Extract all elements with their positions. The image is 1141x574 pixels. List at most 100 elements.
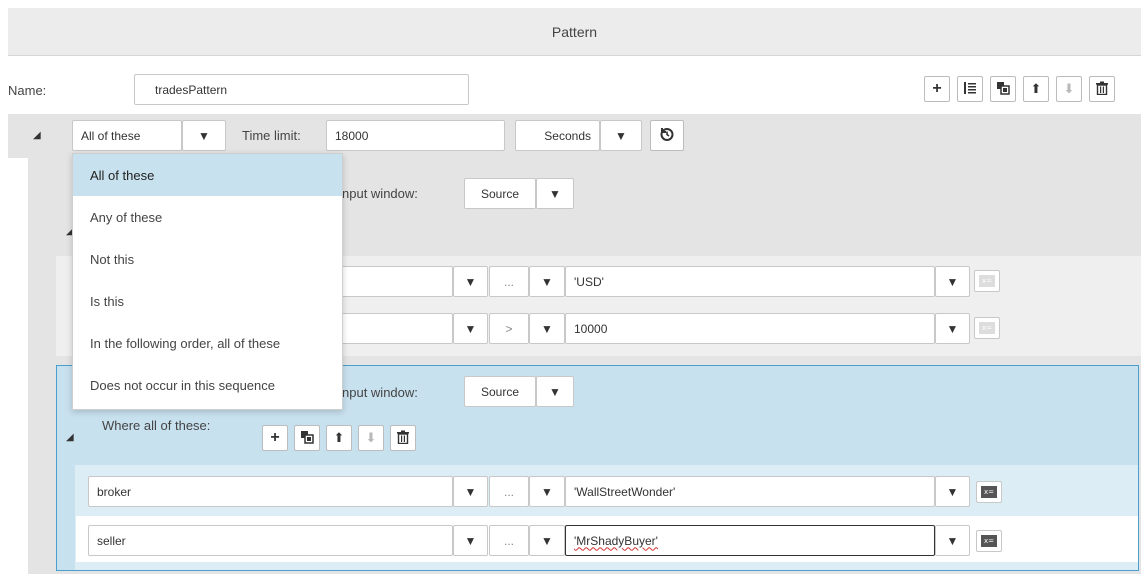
reset-timer-button[interactable] bbox=[650, 120, 684, 151]
panel-header: Pattern bbox=[8, 8, 1141, 56]
group-2-cond-2-formula-button[interactable]: x= bbox=[976, 530, 1002, 552]
group-2-cond-2-field-value: seller bbox=[97, 533, 126, 548]
group-2-move-up-button[interactable]: ⬆ bbox=[326, 425, 352, 451]
chevron-down-icon: ▼ bbox=[615, 128, 627, 143]
group-2-move-down-button[interactable]: ⬇ bbox=[358, 425, 384, 451]
group-2-cond-2-value-text: 'MrShadyBuyer' bbox=[574, 533, 658, 548]
add-button[interactable]: + bbox=[924, 76, 950, 102]
copy-icon bbox=[300, 430, 314, 447]
group-2-add-button[interactable]: + bbox=[262, 425, 288, 451]
add-icon: + bbox=[932, 80, 942, 97]
copy-icon bbox=[996, 81, 1010, 98]
chevron-down-icon: ▼ bbox=[541, 274, 553, 289]
chevron-down-icon: ▼ bbox=[464, 274, 477, 289]
copy-button[interactable] bbox=[990, 76, 1016, 102]
group-1-cond-2-operator-value: > bbox=[505, 321, 513, 336]
group-1-cond-1-formula-button[interactable]: x= bbox=[974, 270, 1000, 292]
delete-button[interactable] bbox=[1089, 76, 1115, 102]
group-2-cond-2-value-dropdown[interactable]: ▼ bbox=[935, 525, 970, 556]
operator-option-all-of-these[interactable]: All of these bbox=[73, 154, 342, 196]
operator-option-any-of-these[interactable]: Any of these bbox=[73, 196, 342, 238]
group-2-cond-1-operator-value: ... bbox=[503, 484, 514, 499]
time-limit-value: 18000 bbox=[335, 128, 369, 143]
chevron-down-icon: ▼ bbox=[464, 533, 477, 548]
operator-dropdown-menu: All of these Any of these Not this Is th… bbox=[72, 153, 343, 410]
list-button[interactable] bbox=[957, 76, 983, 102]
group-2-input-window-dropdown[interactable]: ▼ bbox=[536, 376, 574, 407]
chevron-down-icon: ▼ bbox=[464, 321, 477, 336]
group-1-cond-1-value[interactable]: 'USD' bbox=[565, 266, 935, 297]
group-1-cond-2-value-dropdown[interactable]: ▼ bbox=[935, 313, 970, 344]
move-up-icon: ⬆ bbox=[1030, 81, 1042, 96]
operator-dropdown-button[interactable]: ▼ bbox=[182, 120, 226, 151]
time-unit-select[interactable]: Seconds bbox=[515, 120, 600, 151]
name-input[interactable]: tradesPattern bbox=[134, 74, 469, 105]
group-1-cond-1-operator-dropdown[interactable]: ▼ bbox=[529, 266, 565, 297]
group-2-cond-1-value[interactable]: 'WallStreetWonder' bbox=[565, 476, 935, 507]
time-limit-label: Time limit: bbox=[242, 128, 301, 143]
move-up-icon: ⬆ bbox=[333, 430, 345, 445]
delete-icon bbox=[1095, 81, 1109, 98]
chevron-down-icon: ▼ bbox=[946, 274, 959, 289]
time-limit-input[interactable]: 18000 bbox=[326, 120, 505, 151]
collapse-group-2-icon[interactable]: ◢ bbox=[66, 432, 74, 443]
group-1-cond-1-operator[interactable]: ... bbox=[489, 266, 529, 297]
group-1-cond-2-operator-dropdown[interactable]: ▼ bbox=[529, 313, 565, 344]
group-2-cond-2-value[interactable]: 'MrShadyBuyer' bbox=[565, 525, 935, 556]
group-2-cond-1-operator-dropdown[interactable]: ▼ bbox=[529, 476, 565, 507]
delete-icon bbox=[396, 430, 410, 447]
group-2-cond-1-field[interactable]: broker bbox=[88, 476, 453, 507]
group-1-cond-1-field-dropdown[interactable]: ▼ bbox=[453, 266, 488, 297]
name-input-value: tradesPattern bbox=[155, 82, 228, 97]
group-2-copy-button[interactable] bbox=[294, 425, 320, 451]
operator-select[interactable]: All of these bbox=[72, 120, 182, 151]
chevron-down-icon: ▼ bbox=[464, 484, 477, 499]
group-1-cond-1-value-dropdown[interactable]: ▼ bbox=[935, 266, 970, 297]
move-down-icon: ⬇ bbox=[1063, 81, 1075, 96]
group-2-cond-2-field-dropdown[interactable]: ▼ bbox=[453, 525, 488, 556]
group-2-input-window-value: Source bbox=[480, 384, 520, 399]
group-2-cond-1-field-dropdown[interactable]: ▼ bbox=[453, 476, 488, 507]
group-2-toolbar: + ⬆ ⬇ bbox=[262, 425, 416, 451]
group-2-cond-1-formula-button[interactable]: x= bbox=[976, 481, 1002, 503]
list-icon bbox=[963, 81, 977, 98]
operator-option-does-not-occur[interactable]: Does not occur in this sequence bbox=[73, 364, 342, 406]
group-1-input-window-label: nput window: bbox=[342, 186, 418, 201]
group-1-input-window-dropdown[interactable]: ▼ bbox=[536, 178, 574, 209]
operator-select-value: All of these bbox=[81, 128, 141, 143]
formula-icon: x= bbox=[981, 535, 997, 547]
operator-option-not-this[interactable]: Not this bbox=[73, 238, 342, 280]
group-1-cond-2-formula-button[interactable]: x= bbox=[974, 317, 1000, 339]
collapse-root-icon[interactable]: ◢ bbox=[33, 130, 41, 141]
group-2-input-window-select[interactable]: Source bbox=[464, 376, 536, 407]
group-1-cond-2-operator[interactable]: > bbox=[489, 313, 529, 344]
chevron-down-icon: ▼ bbox=[541, 321, 553, 336]
group-1-cond-2-field-dropdown[interactable]: ▼ bbox=[453, 313, 488, 344]
panel-title: Pattern bbox=[551, 23, 598, 40]
toolbar: + ⬆ ⬇ bbox=[924, 76, 1115, 102]
group-2-cond-1-value-dropdown[interactable]: ▼ bbox=[935, 476, 970, 507]
group-1-input-window-value: Source bbox=[480, 186, 520, 201]
formula-icon: x= bbox=[981, 486, 997, 498]
time-unit-dropdown-button[interactable]: ▼ bbox=[600, 120, 642, 151]
group-1-input-window-select[interactable]: Source bbox=[464, 178, 536, 209]
formula-icon: x= bbox=[979, 275, 995, 287]
group-2-input-window-label: nput window: bbox=[342, 385, 418, 400]
group-2-cond-1-operator[interactable]: ... bbox=[489, 476, 529, 507]
group-2-cond-2-operator-dropdown[interactable]: ▼ bbox=[529, 525, 565, 556]
operator-option-in-order[interactable]: In the following order, all of these bbox=[73, 322, 342, 364]
formula-icon: x= bbox=[979, 322, 995, 334]
chevron-down-icon: ▼ bbox=[946, 484, 959, 499]
group-2-delete-button[interactable] bbox=[390, 425, 416, 451]
move-up-button[interactable]: ⬆ bbox=[1023, 76, 1049, 102]
group-1-cond-2-value[interactable]: 10000 bbox=[565, 313, 935, 344]
move-down-button[interactable]: ⬇ bbox=[1056, 76, 1082, 102]
group-2-cond-2-operator[interactable]: ... bbox=[489, 525, 529, 556]
chevron-down-icon: ▼ bbox=[946, 321, 959, 336]
group-2-cond-2-field[interactable]: seller bbox=[88, 525, 453, 556]
timer-reset-icon bbox=[659, 126, 675, 145]
operator-option-is-this[interactable]: Is this bbox=[73, 280, 342, 322]
chevron-down-icon: ▼ bbox=[541, 533, 553, 548]
group-1-cond-1-operator-value: ... bbox=[503, 274, 514, 289]
group-2-cond-2-operator-value: ... bbox=[503, 533, 514, 548]
